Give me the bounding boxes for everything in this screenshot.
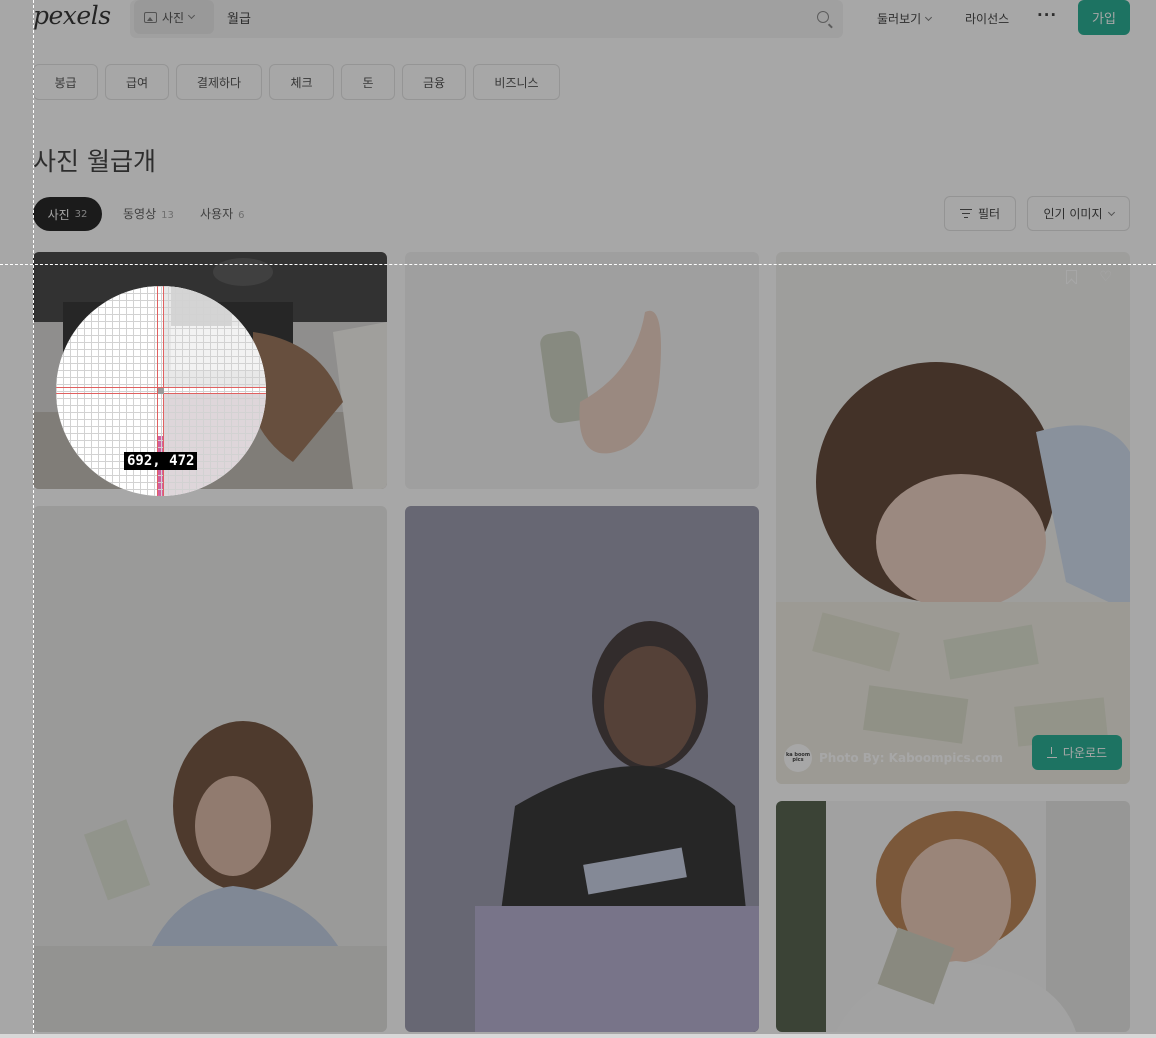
photo-woman-holding-bill	[33, 506, 387, 1032]
chevron-down-icon	[188, 11, 196, 20]
download-icon	[1046, 747, 1057, 758]
sort-label: 인기 이미지	[1043, 207, 1103, 221]
avatar: ka boom pics	[784, 744, 812, 772]
search-bar[interactable]: 사진 월급	[130, 0, 843, 38]
card-actions: ♡	[1066, 270, 1112, 284]
heart-icon[interactable]: ♡	[1099, 270, 1112, 284]
image-icon	[144, 11, 157, 23]
photo-author[interactable]: ka boom pics Photo By: Kaboompics.com	[784, 744, 1003, 772]
filter-icon	[959, 209, 972, 219]
photo-card[interactable]	[776, 801, 1130, 1032]
tab-label: 사용자	[200, 207, 234, 221]
author-name: Photo By: Kaboompics.com	[819, 751, 1004, 765]
tab-users[interactable]: 사용자 6	[200, 205, 245, 222]
bottom-scroll-edge	[0, 1034, 1156, 1038]
more-menu-icon[interactable]: ···	[1037, 6, 1057, 24]
photo-hand-rolled-money	[405, 252, 759, 489]
tag-chip[interactable]: 결제하다	[176, 64, 262, 100]
tab-count: 13	[161, 210, 174, 221]
tab-label: 동영상	[123, 207, 157, 221]
photo-card-featured[interactable]: ♡ ka boom pics Photo By: Kaboompics.com …	[776, 252, 1130, 784]
magnifier-center-pixel	[158, 388, 164, 394]
tab-photos[interactable]: 사진 32	[33, 197, 102, 231]
tag-chip[interactable]: 체크	[269, 64, 334, 100]
filter-button[interactable]: 필터	[944, 196, 1016, 231]
tag-chip[interactable]: 급여	[105, 64, 169, 100]
tab-count: 32	[74, 208, 88, 220]
search-input[interactable]: 월급	[227, 8, 251, 27]
photo-woman-on-money	[776, 252, 1130, 784]
tab-label: 사진	[47, 207, 70, 222]
bookmark-icon[interactable]	[1066, 270, 1078, 284]
tag-chip[interactable]: 돈	[341, 64, 395, 100]
tab-count: 6	[238, 210, 245, 221]
header: pexels 사진 월급 둘러보기 라이선스 ··· 가입	[0, 0, 1156, 40]
photo-woman-smelling-money	[776, 801, 1130, 1032]
coordinate-readout: 692, 472	[124, 452, 198, 470]
download-label: 다운로드	[1062, 746, 1108, 760]
chevron-down-icon	[925, 13, 933, 21]
filter-label: 필터	[977, 207, 1001, 221]
crosshair-vertical-guide	[33, 0, 34, 1038]
search-type-label: 사진	[162, 10, 185, 25]
chevron-down-icon	[1107, 208, 1115, 216]
tab-videos[interactable]: 동영상 13	[123, 205, 174, 222]
photo-man-counting-money	[405, 506, 759, 1032]
related-tags: 봉급 급여 결제하다 체크 돈 금융 비즈니스	[33, 64, 560, 100]
download-button[interactable]: 다운로드	[1032, 735, 1122, 770]
tag-chip[interactable]: 봉급	[33, 64, 98, 100]
search-type-dropdown[interactable]: 사진	[134, 0, 214, 34]
tag-chip[interactable]: 비즈니스	[473, 64, 560, 100]
photo-card[interactable]	[33, 506, 387, 1032]
join-button[interactable]: 가입	[1078, 0, 1130, 35]
nav-explore[interactable]: 둘러보기	[877, 10, 933, 27]
page-title: 사진 월급개	[33, 147, 156, 176]
sort-dropdown[interactable]: 인기 이미지	[1027, 196, 1130, 231]
search-icon[interactable]	[817, 11, 829, 23]
nav-explore-label: 둘러보기	[877, 12, 922, 26]
nav-license[interactable]: 라이선스	[965, 10, 1009, 27]
tag-chip[interactable]: 금융	[402, 64, 466, 100]
pexels-logo[interactable]: pexels	[33, 1, 111, 30]
photo-card[interactable]	[405, 506, 759, 1032]
crosshair-horizontal-guide	[0, 264, 1156, 265]
photo-card[interactable]	[405, 252, 759, 489]
